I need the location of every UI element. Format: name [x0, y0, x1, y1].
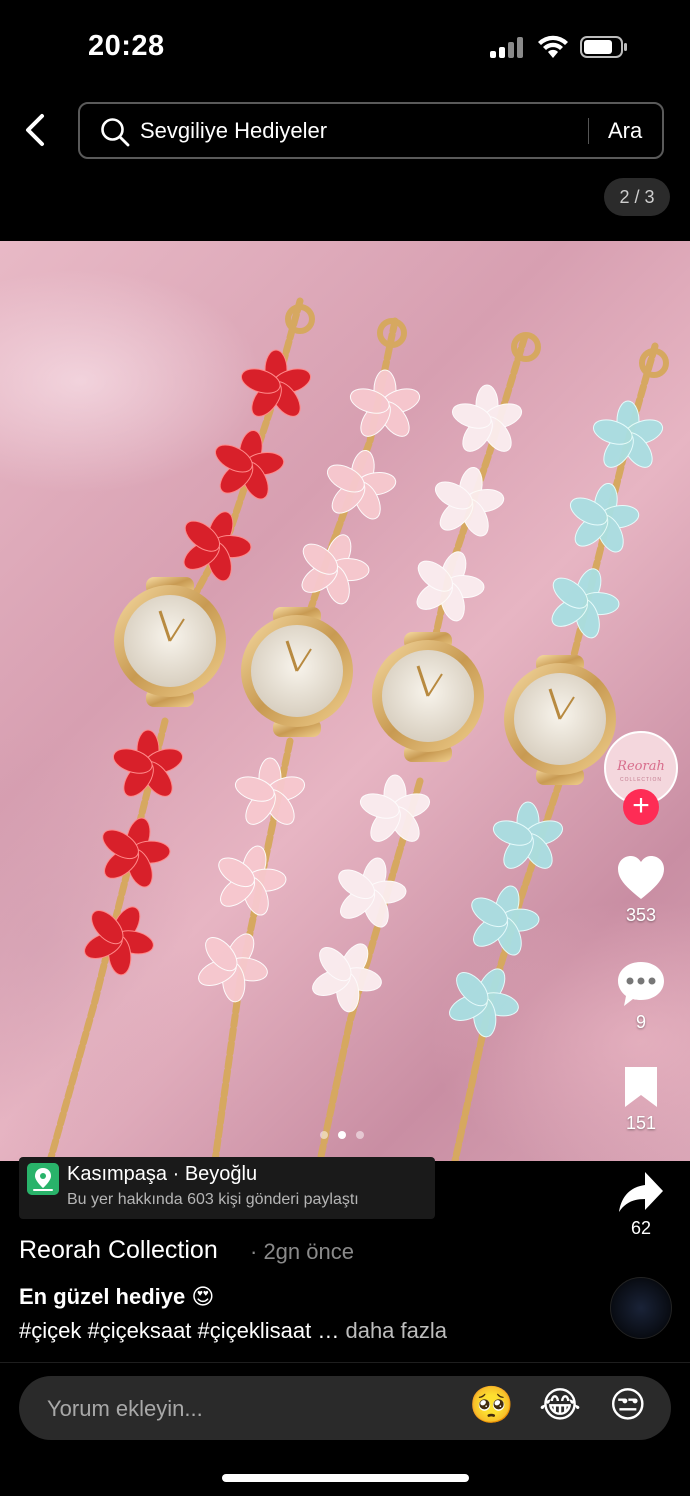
author-name[interactable]: Reorah Collection	[19, 1236, 218, 1265]
hashtag-list[interactable]: #çiçek #çiçeksaat #çiçeklisaat …	[19, 1318, 339, 1343]
divider	[0, 1362, 690, 1363]
emoji-pleading-button[interactable]: 🥺	[469, 1384, 514, 1426]
home-indicator[interactable]	[222, 1474, 469, 1482]
location-subtitle: Bu yer hakkında 603 kişi gönderi paylaşt…	[67, 1191, 359, 1208]
wifi-icon	[538, 35, 568, 58]
avatar-logo-subtext: COLLECTION	[620, 777, 662, 783]
avatar-logo-text: Reorah	[617, 759, 665, 774]
status-bar: 20:28	[0, 0, 690, 92]
music-disc[interactable]	[610, 1277, 672, 1339]
photo-counter: 2 / 3	[604, 178, 670, 216]
search-input[interactable]: Sevgiliye Hediyeler	[140, 118, 327, 144]
like-button[interactable]: 353	[606, 855, 676, 926]
battery-icon	[580, 36, 627, 58]
emoji-unamused-button[interactable]: 😒	[609, 1384, 647, 1426]
search-bar[interactable]: Sevgiliye Hediyeler Ara	[78, 102, 664, 159]
post-caption: En güzel hediye 😍	[19, 1284, 215, 1309]
search-divider	[588, 118, 589, 144]
search-button[interactable]: Ara	[608, 118, 642, 144]
comment-count: 9	[635, 1012, 646, 1032]
bookmark-icon	[625, 1067, 657, 1107]
save-count: 151	[625, 1113, 657, 1133]
cellular-signal-icon	[490, 36, 526, 58]
heart-icon	[618, 856, 664, 899]
status-time: 20:28	[88, 30, 165, 62]
back-arrow-icon[interactable]	[18, 110, 54, 150]
emoji-laughing-button[interactable]: 😂	[539, 1384, 581, 1426]
post-hashtags[interactable]: #çiçek #çiçeksaat #çiçeklisaat … daha fa…	[19, 1318, 447, 1344]
search-icon	[101, 118, 130, 147]
follow-button[interactable]: +	[623, 789, 659, 825]
like-count: 353	[625, 905, 657, 925]
share-count: 62	[630, 1218, 652, 1238]
location-pin-icon	[27, 1163, 59, 1195]
see-more-link[interactable]: daha fazla	[339, 1318, 447, 1343]
comment-input[interactable]: Yorum ekleyin...	[47, 1396, 203, 1422]
post-time: · 2gn önce	[250, 1239, 354, 1264]
share-button[interactable]: 62	[606, 1170, 676, 1239]
save-button[interactable]: 151	[606, 1065, 676, 1134]
carousel-indicator	[320, 1126, 374, 1139]
comment-input-bar[interactable]: Yorum ekleyin... 🥺 😂 😒	[19, 1376, 671, 1440]
comment-button[interactable]: 9	[606, 960, 676, 1033]
share-arrow-icon	[619, 1172, 663, 1212]
location-tag[interactable]: Kasımpaşa · Beyoğlu Bu yer hakkında 603 …	[19, 1157, 435, 1219]
post-photo[interactable]	[0, 241, 690, 1161]
comment-bubble-icon	[618, 962, 664, 1006]
location-name: Kasımpaşa · Beyoğlu	[67, 1163, 258, 1185]
watches-illustration	[46, 297, 669, 1161]
